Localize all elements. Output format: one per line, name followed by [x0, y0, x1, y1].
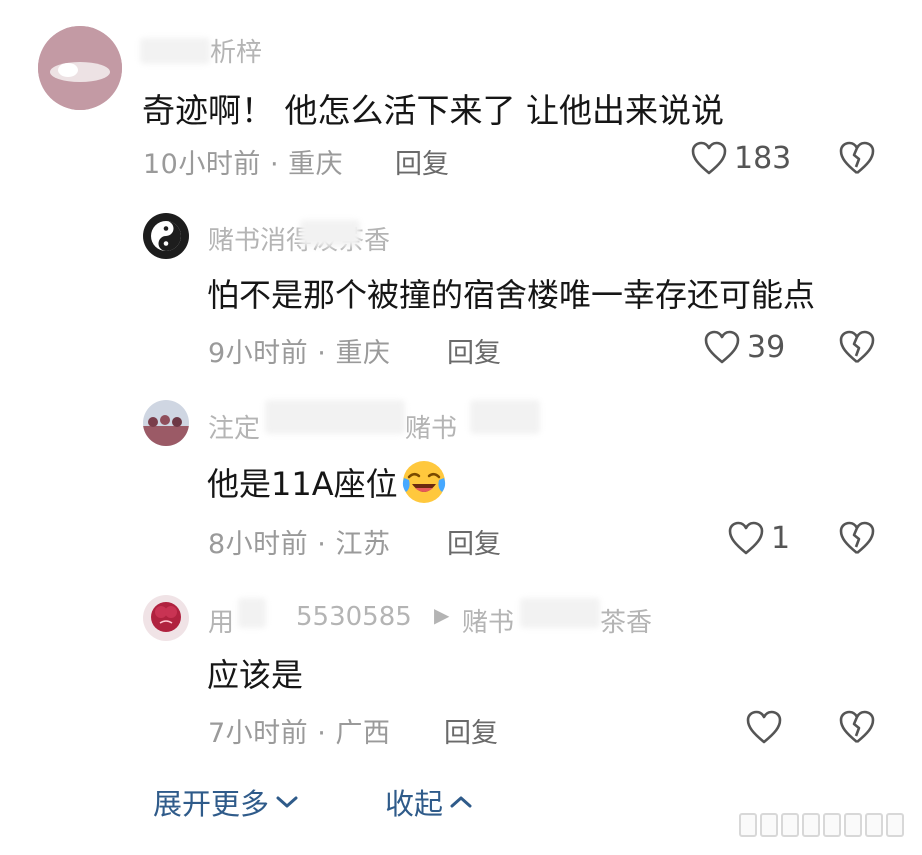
- dislike-button[interactable]: [838, 329, 876, 365]
- comment-text: 他是11A座位: [207, 458, 448, 506]
- rose-avatar: [143, 595, 189, 641]
- dislike-button[interactable]: [838, 709, 876, 745]
- comment-meta: 7小时前 · 广西: [208, 711, 390, 750]
- location: 广西: [335, 718, 391, 749]
- separator: ·: [317, 529, 327, 560]
- username[interactable]: 赌书消得泼茶香: [208, 220, 390, 257]
- like-count: 1: [771, 520, 791, 556]
- chevron-down-icon: [276, 796, 298, 808]
- timestamp: 10小时前: [143, 149, 261, 180]
- avatar[interactable]: [143, 595, 189, 641]
- location: 重庆: [288, 149, 344, 180]
- dislike-button[interactable]: [838, 140, 876, 176]
- heart-icon: [728, 521, 764, 555]
- avatar[interactable]: [143, 213, 189, 259]
- collapse-label: 收起: [385, 787, 444, 821]
- comment-meta: 9小时前 · 重庆: [208, 331, 390, 370]
- broken-heart-icon: [839, 521, 875, 555]
- username[interactable]: 注定: [208, 408, 260, 445]
- heart-icon: [704, 330, 740, 364]
- username-redaction: [300, 220, 360, 246]
- reply-to-username[interactable]: 赌书: [405, 408, 457, 445]
- reply-button[interactable]: 回复: [395, 142, 449, 181]
- group-photo-avatar: [143, 400, 189, 446]
- reply-to-username[interactable]: 赌书: [462, 602, 514, 639]
- reply-button[interactable]: 回复: [447, 522, 501, 561]
- separator: ·: [317, 338, 327, 369]
- timestamp: 7小时前: [208, 718, 309, 749]
- username[interactable]: 用: [208, 602, 234, 639]
- username-redaction: [265, 400, 405, 434]
- comment-text: 奇迹啊！ 他怎么活下来了 让他出来说说: [142, 91, 724, 130]
- username-redaction: [520, 598, 600, 628]
- location: 江苏: [335, 529, 391, 560]
- like-count: 183: [734, 140, 792, 176]
- collapse-button[interactable]: 收起: [385, 781, 473, 823]
- comment-meta: 8小时前 · 江苏: [208, 522, 390, 561]
- expand-more-label: 展开更多: [153, 787, 270, 821]
- pink-blob-avatar: [38, 26, 122, 110]
- broken-heart-icon: [839, 141, 875, 175]
- dislike-button[interactable]: [838, 520, 876, 556]
- heart-icon: [746, 710, 782, 744]
- watermark-logo: [739, 813, 904, 837]
- separator: ·: [317, 718, 327, 749]
- avatar[interactable]: [38, 26, 122, 110]
- broken-heart-icon: [839, 710, 875, 744]
- username-redaction: [140, 38, 210, 64]
- expand-more-button[interactable]: 展开更多: [153, 781, 299, 823]
- reply-arrow-icon: ▶: [434, 603, 450, 627]
- laughing-crying-emoji: [402, 461, 445, 503]
- user-id: 5530585: [296, 602, 412, 632]
- separator: ·: [269, 149, 280, 180]
- like-button[interactable]: 39: [703, 329, 785, 365]
- like-button[interactable]: 1: [727, 520, 790, 556]
- comment-text: 应该是: [207, 656, 304, 694]
- heart-icon: [691, 141, 727, 175]
- timestamp: 9小时前: [208, 338, 309, 369]
- like-button[interactable]: [745, 709, 789, 745]
- reply-button[interactable]: 回复: [447, 331, 501, 370]
- avatar[interactable]: [143, 400, 189, 446]
- timestamp: 8小时前: [208, 529, 309, 560]
- like-count: 39: [747, 329, 786, 365]
- reply-to-username-suffix: 茶香: [600, 608, 653, 638]
- like-button[interactable]: 183: [690, 140, 791, 176]
- comment-text-content: 他是11A座位: [207, 465, 398, 503]
- broken-heart-icon: [839, 330, 875, 364]
- yin-yang-avatar: [143, 213, 189, 259]
- username-redaction: [470, 400, 540, 434]
- location: 重庆: [335, 338, 391, 369]
- reply-button[interactable]: 回复: [444, 711, 498, 750]
- comment-meta: 10小时前 · 重庆: [143, 142, 343, 181]
- username[interactable]: 析梓: [210, 32, 262, 69]
- comment-text: 怕不是那个被撞的宿舍楼唯一幸存还可能点: [207, 276, 816, 314]
- username-redaction: [238, 598, 266, 628]
- chevron-up-icon: [450, 796, 472, 808]
